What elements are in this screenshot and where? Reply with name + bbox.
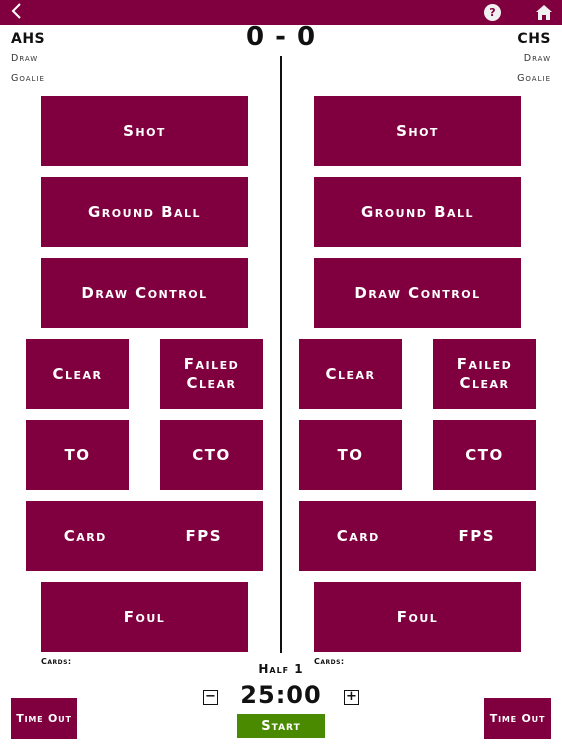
home-goalie-label: Goalie (11, 73, 45, 84)
game-score: 0 - 0 (245, 22, 317, 52)
left-clear-button[interactable]: Clear (26, 339, 129, 409)
start-button[interactable]: Start (237, 714, 325, 738)
left-to-button[interactable]: TO (26, 420, 129, 490)
left-shot-button[interactable]: Shot (41, 96, 248, 166)
left-failed-clear-button[interactable]: Failed Clear (160, 339, 263, 409)
game-clock: 25:00 (240, 681, 322, 709)
right-ground-ball-button[interactable]: Ground Ball (314, 177, 521, 247)
right-shot-button[interactable]: Shot (314, 96, 521, 166)
left-draw-control-button[interactable]: Draw Control (41, 258, 248, 328)
chevron-left-icon[interactable] (10, 2, 28, 22)
right-timeout-button[interactable]: Time Out (484, 698, 551, 739)
right-cto-button[interactable]: CTO (433, 420, 536, 490)
away-team-name: CHS (517, 31, 551, 47)
right-foul-button[interactable]: Foul (314, 582, 521, 652)
left-card-button[interactable]: Card (26, 527, 145, 546)
right-card-button[interactable]: Card (299, 527, 418, 546)
left-cards-label: Cards: (41, 657, 72, 666)
center-divider (280, 56, 282, 653)
question-bubble-icon[interactable]: ? (484, 4, 501, 21)
right-fps-button[interactable]: FPS (418, 527, 537, 546)
period-label: Half 1 (258, 662, 304, 676)
left-timeout-button[interactable]: Time Out (11, 698, 77, 739)
time-increment-button[interactable]: + (344, 690, 359, 705)
right-failed-clear-button[interactable]: Failed Clear (433, 339, 536, 409)
left-fps-button[interactable]: FPS (145, 527, 264, 546)
home-icon[interactable] (535, 4, 553, 21)
left-foul-button[interactable]: Foul (41, 582, 248, 652)
left-card-fps-button: Card FPS (26, 501, 263, 571)
left-cto-button[interactable]: CTO (160, 420, 263, 490)
away-goalie-label: Goalie (517, 73, 551, 84)
home-team-name: AHS (11, 31, 46, 47)
home-draw-label: Draw (11, 53, 39, 64)
right-clear-button[interactable]: Clear (299, 339, 402, 409)
right-draw-control-button[interactable]: Draw Control (314, 258, 521, 328)
left-ground-ball-button[interactable]: Ground Ball (41, 177, 248, 247)
time-decrement-button[interactable]: − (203, 690, 218, 705)
away-draw-label: Draw (523, 53, 551, 64)
right-card-fps-button: Card FPS (299, 501, 536, 571)
right-to-button[interactable]: TO (299, 420, 402, 490)
